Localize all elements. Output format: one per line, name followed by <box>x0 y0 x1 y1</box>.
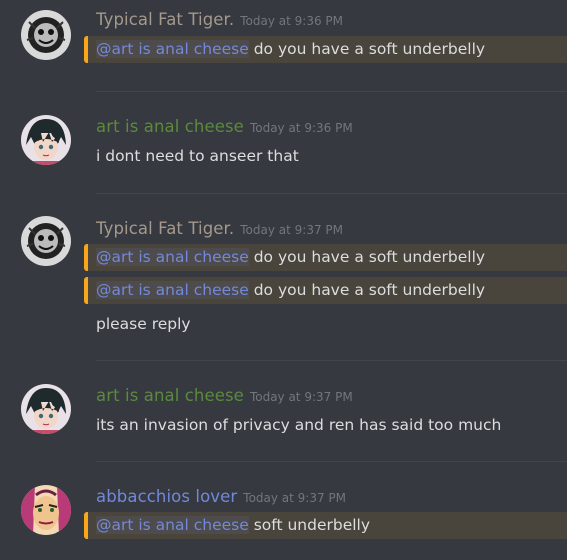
username[interactable]: abbacchios lover <box>96 487 237 506</box>
user-mention[interactable]: @art is anal cheese <box>96 40 249 58</box>
anime-boy-avatar-icon[interactable] <box>21 115 71 165</box>
tiger-avatar-icon[interactable] <box>21 216 71 266</box>
message-header: abbacchios lover Today at 9:37 PM <box>96 487 346 509</box>
message-divider <box>96 360 567 361</box>
message-text: soft underbelly <box>248 516 371 534</box>
message-text: do you have a soft underbelly <box>248 248 486 266</box>
anime-boy-avatar-icon[interactable] <box>21 384 71 434</box>
user-mention[interactable]: @art is anal cheese <box>96 248 249 266</box>
mention-highlight: @art is anal cheese do you have a soft u… <box>84 244 567 271</box>
username[interactable]: Typical Fat Tiger. <box>96 219 234 238</box>
message-text: do you have a soft underbelly <box>248 40 486 58</box>
mention-highlight: @art is anal cheese do you have a soft u… <box>84 36 567 63</box>
message-text: do you have a soft underbelly <box>248 281 486 299</box>
user-mention[interactable]: @art is anal cheese <box>96 516 249 534</box>
mention-highlight: @art is anal cheese do you have a soft u… <box>84 277 567 304</box>
message-header: art is anal cheese Today at 9:37 PM <box>96 386 353 408</box>
message-content: please reply <box>96 315 191 333</box>
timestamp: Today at 9:37 PM <box>240 223 343 237</box>
timestamp: Today at 9:37 PM <box>249 390 353 404</box>
mention-highlight: @art is anal cheese soft underbelly <box>84 512 567 539</box>
chat-messages: Typical Fat Tiger. Today at 9:36 PM @art … <box>0 0 567 560</box>
message-divider <box>96 91 567 92</box>
message-content: its an invasion of privacy and ren has s… <box>96 416 502 434</box>
timestamp: Today at 9:36 PM <box>240 14 343 28</box>
message-content: @art is anal cheese do you have a soft u… <box>96 278 485 302</box>
username[interactable]: art is anal cheese <box>96 386 244 405</box>
timestamp: Today at 9:37 PM <box>243 491 347 505</box>
timestamp: Today at 9:36 PM <box>249 121 353 135</box>
username[interactable]: Typical Fat Tiger. <box>96 10 234 29</box>
tiger-avatar-icon[interactable] <box>21 10 71 60</box>
message-content: i dont need to anseer that <box>96 147 299 165</box>
abbacchio-avatar-icon[interactable] <box>21 485 71 535</box>
message-content: @art is anal cheese do you have a soft u… <box>96 37 485 61</box>
message-divider <box>96 461 567 462</box>
message-divider <box>96 193 567 194</box>
message-header: Typical Fat Tiger. Today at 9:36 PM <box>96 10 343 32</box>
username[interactable]: art is anal cheese <box>96 117 244 136</box>
user-mention[interactable]: @art is anal cheese <box>96 281 249 299</box>
message-content: @art is anal cheese soft underbelly <box>96 513 370 537</box>
message-content: @art is anal cheese do you have a soft u… <box>96 245 485 269</box>
message-header: Typical Fat Tiger. Today at 9:37 PM <box>96 219 343 241</box>
message-header: art is anal cheese Today at 9:36 PM <box>96 117 353 139</box>
